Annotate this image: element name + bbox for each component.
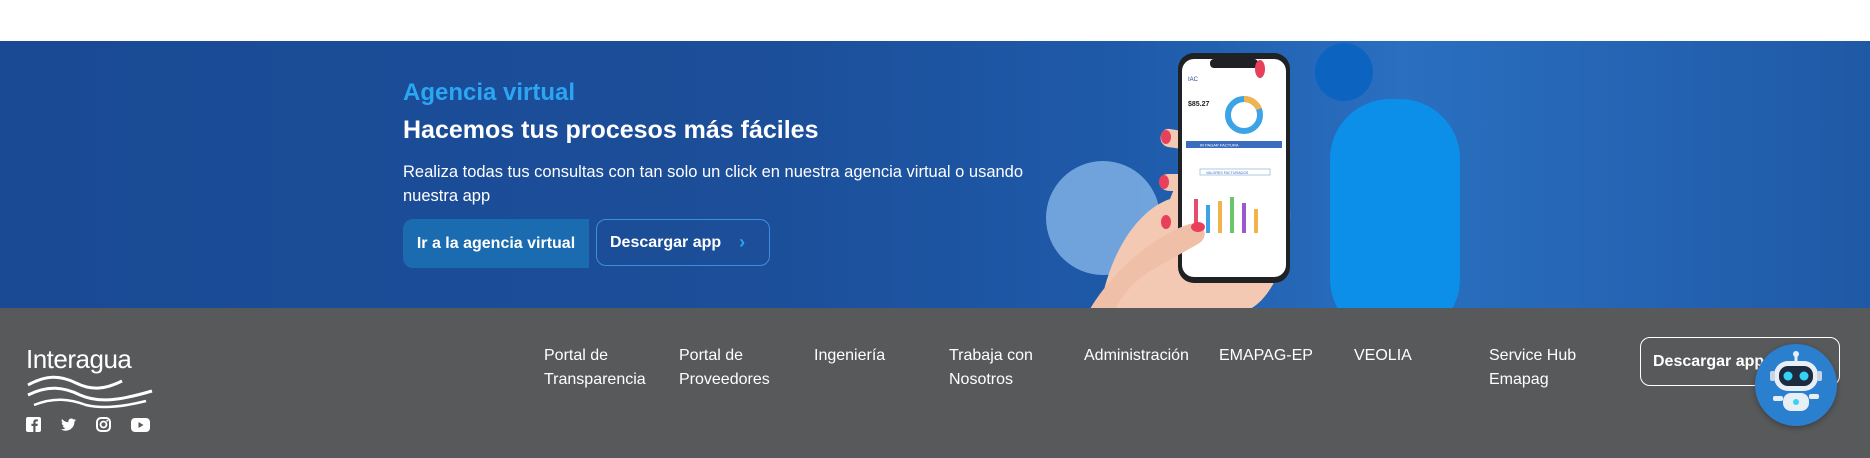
download-app-button[interactable]: Descargar app › (596, 219, 770, 266)
phone-in-hand-illustration: IAC $85.27 IR PAGAR FACTURA VALORES FACT… (1090, 53, 1291, 308)
footer-link-portal-proveedores[interactable]: Portal de Proveedores (679, 344, 804, 392)
interagua-logo[interactable]: Interagua (26, 344, 154, 409)
agencia-virtual-banner: Agencia virtual Hacemos tus procesos más… (0, 41, 1870, 308)
svg-text:$85.27: $85.27 (1188, 101, 1210, 108)
footer-link-trabaja-con-nosotros[interactable]: Trabaja con Nosotros (949, 344, 1074, 392)
banner-headline: Hacemos tus procesos más fáciles (403, 116, 819, 144)
chatbot-assistant-button[interactable] (1755, 344, 1837, 426)
footer-link-veolia[interactable]: VEOLIA (1354, 344, 1479, 368)
svg-text:VALORES FACTURADOS: VALORES FACTURADOS (1206, 171, 1249, 175)
banner-eyebrow: Agencia virtual (403, 79, 576, 106)
footer-link-ingenieria[interactable]: Ingeniería (814, 344, 939, 368)
go-to-virtual-agency-button[interactable]: Ir a la agencia virtual (403, 219, 589, 268)
twitter-icon[interactable] (61, 417, 76, 432)
waves-icon (27, 375, 153, 409)
footer-link-portal-transparencia[interactable]: Portal de Transparencia (544, 344, 669, 392)
deco-blob-blue (1330, 99, 1460, 308)
facebook-icon[interactable] (26, 417, 41, 432)
youtube-icon[interactable] (131, 417, 150, 432)
robot-icon (1770, 351, 1822, 411)
top-white-bar (0, 0, 1870, 41)
social-links (26, 417, 150, 432)
instagram-icon[interactable] (96, 417, 111, 432)
site-footer: Interagua Portal de Transparencia Portal… (0, 308, 1870, 458)
download-app-label: Descargar app (610, 233, 722, 251)
logo-text: Interagua (26, 344, 132, 374)
chevron-right-icon: › (739, 232, 746, 252)
footer-link-administracion[interactable]: Administración (1084, 344, 1209, 368)
footer-link-service-hub-emapag[interactable]: Service Hub Emapag (1489, 344, 1614, 392)
svg-text:IR PAGAR FACTURA: IR PAGAR FACTURA (1200, 143, 1239, 148)
footer-link-emapag-ep[interactable]: EMAPAG-EP (1219, 344, 1344, 368)
deco-circle-dark (1315, 43, 1373, 101)
svg-text:IAC: IAC (1188, 77, 1199, 83)
banner-description: Realiza todas tus consultas con tan solo… (403, 163, 1024, 205)
